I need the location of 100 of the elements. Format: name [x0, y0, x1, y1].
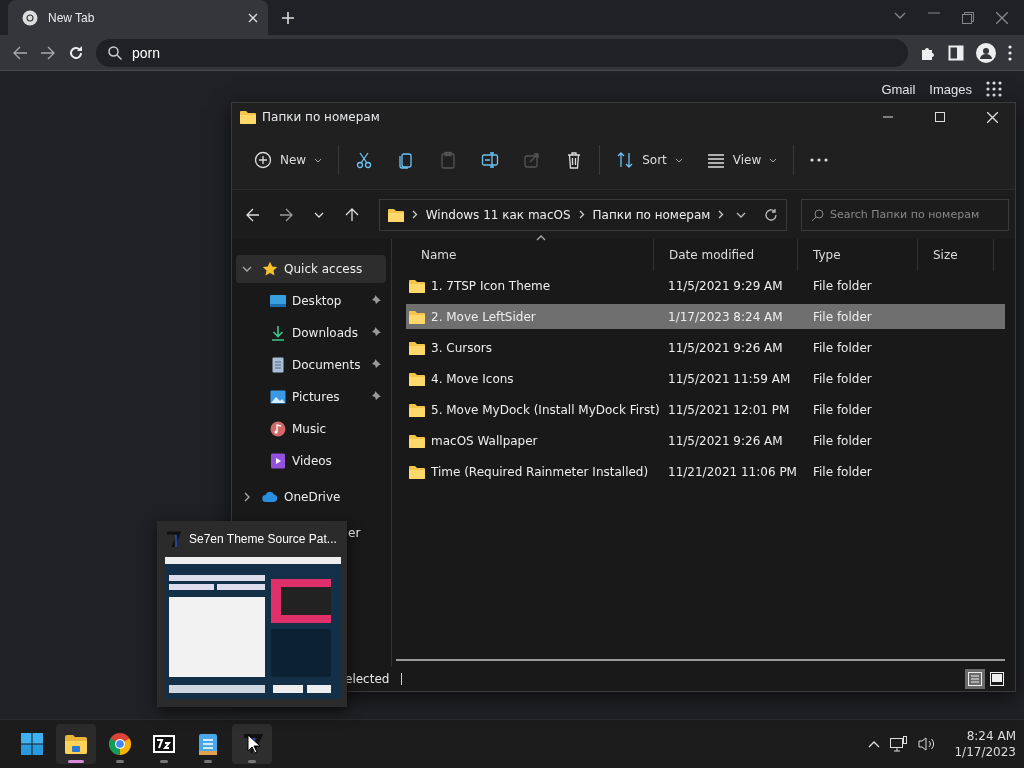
- dropdown-icon[interactable]: [735, 211, 746, 218]
- nav-item[interactable]: Pictures: [236, 383, 386, 411]
- type-cell-text: File folder: [812, 433, 873, 448]
- profile-icon[interactable]: [976, 42, 996, 63]
- nav-item[interactable]: Music: [236, 415, 386, 443]
- forward-icon[interactable]: [40, 44, 56, 61]
- nav-item[interactable]: Documents: [236, 351, 386, 379]
- address-bar[interactable]: porn: [96, 38, 908, 67]
- date-cell-text: 11/5/2021 11:59 AM: [667, 371, 792, 386]
- toolbar-button[interactable]: View: [694, 142, 790, 178]
- file-row[interactable]: macOS Wallpaper 11/5/2021 9:26 AM File folder: [406, 428, 1005, 453]
- file-row[interactable]: Time (Required Rainmeter Installed) 11/21/2021 11:06 PM File folder: [406, 459, 1005, 484]
- rename-icon: [481, 151, 500, 169]
- folder-icon: [409, 402, 425, 417]
- mouse-cursor-icon: [247, 734, 261, 754]
- folder-icon: [387, 207, 404, 222]
- type-cell-text: File folder: [812, 371, 873, 386]
- header-link[interactable]: Images: [929, 81, 972, 97]
- nav-item[interactable]: OneDrive: [236, 483, 386, 511]
- chevron-icon: [718, 210, 725, 219]
- tiles-view-button[interactable]: [987, 669, 1007, 689]
- type-cell-text: File folder: [812, 402, 873, 417]
- breadcrumb[interactable]: Windows 11 как macOS: [425, 207, 571, 222]
- nav-item[interactable]: Desktop: [236, 287, 386, 315]
- folder-icon: [409, 464, 425, 479]
- breadcrumb[interactable]: Папки по номерам: [592, 207, 711, 222]
- menu-icon[interactable]: [1008, 44, 1012, 61]
- clock-date: 1/17/2023: [954, 744, 1016, 760]
- restore-icon[interactable]: [962, 11, 974, 24]
- download-icon: [270, 325, 286, 341]
- file-row[interactable]: 4. Move Icons 11/5/2021 11:59 AM File folder: [406, 366, 1005, 391]
- caret-icon: [769, 157, 778, 163]
- window-title: Папки по номерам: [262, 110, 381, 124]
- date-cell-text: 11/5/2021 12:01 PM: [667, 402, 791, 417]
- date-cell-text: 1/17/2023 8:24 AM: [667, 309, 784, 324]
- folder-icon: [240, 110, 256, 124]
- folder-icon: [64, 732, 88, 756]
- folder-icon: [409, 371, 425, 386]
- folder-icon: [409, 278, 425, 293]
- search-field[interactable]: Search Папки по номерам: [800, 198, 1009, 231]
- taskbar-app[interactable]: [56, 724, 96, 764]
- browser-tab[interactable]: New Tab: [8, 0, 268, 35]
- video-icon: [270, 453, 286, 469]
- reload-icon[interactable]: [68, 44, 84, 61]
- nav-item[interactable]: er: [348, 519, 367, 547]
- file-name: 5. Move MyDock (Install MyDock First): [431, 402, 660, 417]
- apps-grid-icon[interactable]: [986, 81, 1002, 97]
- file-name: 4. Move Icons: [431, 371, 514, 386]
- chevron-icon: [578, 210, 585, 219]
- status-text: elected: [345, 672, 390, 686]
- column-header[interactable]: Size: [918, 239, 994, 271]
- file-row[interactable]: 1. 7TSP Icon Theme 11/5/2021 9:29 AM File folder: [406, 273, 1005, 298]
- preview-title: Se7en Theme Source Pat...: [189, 532, 337, 546]
- details-view-button[interactable]: [965, 669, 985, 689]
- more-icon: [810, 158, 829, 162]
- file-name: 1. 7TSP Icon Theme: [431, 278, 551, 293]
- search-icon: [810, 208, 824, 222]
- column-header[interactable]: Date modified: [654, 239, 798, 271]
- folder-icon: [409, 433, 425, 448]
- scissors-icon: [355, 151, 374, 169]
- chrome-logo-icon: [108, 732, 132, 756]
- clock-time: 8:24 AM: [966, 728, 1016, 744]
- column-header[interactable]: Type: [798, 239, 918, 271]
- side-panel-icon[interactable]: [948, 44, 964, 61]
- taskbar-preview-tooltip[interactable]: Se7en Theme Source Pat...: [157, 521, 347, 707]
- dropdown-icon[interactable]: [894, 11, 906, 20]
- search-icon: [108, 45, 122, 60]
- folder-icon: [409, 309, 425, 324]
- type-cell-text: File folder: [812, 309, 873, 324]
- network-icon[interactable]: [890, 736, 909, 752]
- nav-item[interactable]: Videos: [236, 447, 386, 475]
- column-header[interactable]: Name: [406, 239, 654, 271]
- file-row[interactable]: 3. Cursors 11/5/2021 9:26 AM File folder: [406, 335, 1005, 360]
- sort-caret-icon: [536, 235, 546, 241]
- taskbar-app[interactable]: [232, 724, 272, 764]
- plus-icon: [254, 151, 272, 169]
- toolbar-button[interactable]: New: [242, 142, 335, 178]
- chevron-icon: [411, 210, 418, 219]
- back-icon[interactable]: [12, 44, 28, 61]
- date-cell-text: 11/5/2021 9:29 AM: [667, 278, 784, 293]
- date-cell-text: 11/5/2021 9:26 AM: [667, 433, 784, 448]
- nav-item[interactable]: Quick access: [236, 255, 386, 283]
- star-icon: [262, 261, 278, 277]
- file-row[interactable]: 5. Move MyDock (Install MyDock First) 11/5/2021 12:01 PM File folder: [406, 397, 1005, 422]
- volume-icon[interactable]: [918, 736, 937, 752]
- cloud-icon: [262, 489, 278, 505]
- share-icon: [523, 151, 542, 169]
- date-cell-text: 11/5/2021 9:26 AM: [667, 340, 784, 355]
- refresh-icon[interactable]: [763, 207, 778, 222]
- close-icon[interactable]: [996, 11, 1008, 24]
- archive-app-icon: [152, 732, 176, 756]
- chevron-up-icon[interactable]: [868, 740, 881, 748]
- toolbar-button[interactable]: Sort: [604, 142, 695, 178]
- file-row[interactable]: 2. Move LeftSider 1/17/2023 8:24 AM File folder: [406, 304, 1005, 329]
- clipboard-icon: [439, 151, 458, 169]
- address-bar[interactable]: Windows 11 как macOS Папки по номерам: [378, 198, 787, 231]
- nav-item[interactable]: Downloads: [236, 319, 386, 347]
- clock[interactable]: 8:24 AM 1/17/2023: [954, 728, 1016, 760]
- desktop-icon: [270, 293, 286, 309]
- header-link[interactable]: Gmail: [881, 81, 916, 97]
